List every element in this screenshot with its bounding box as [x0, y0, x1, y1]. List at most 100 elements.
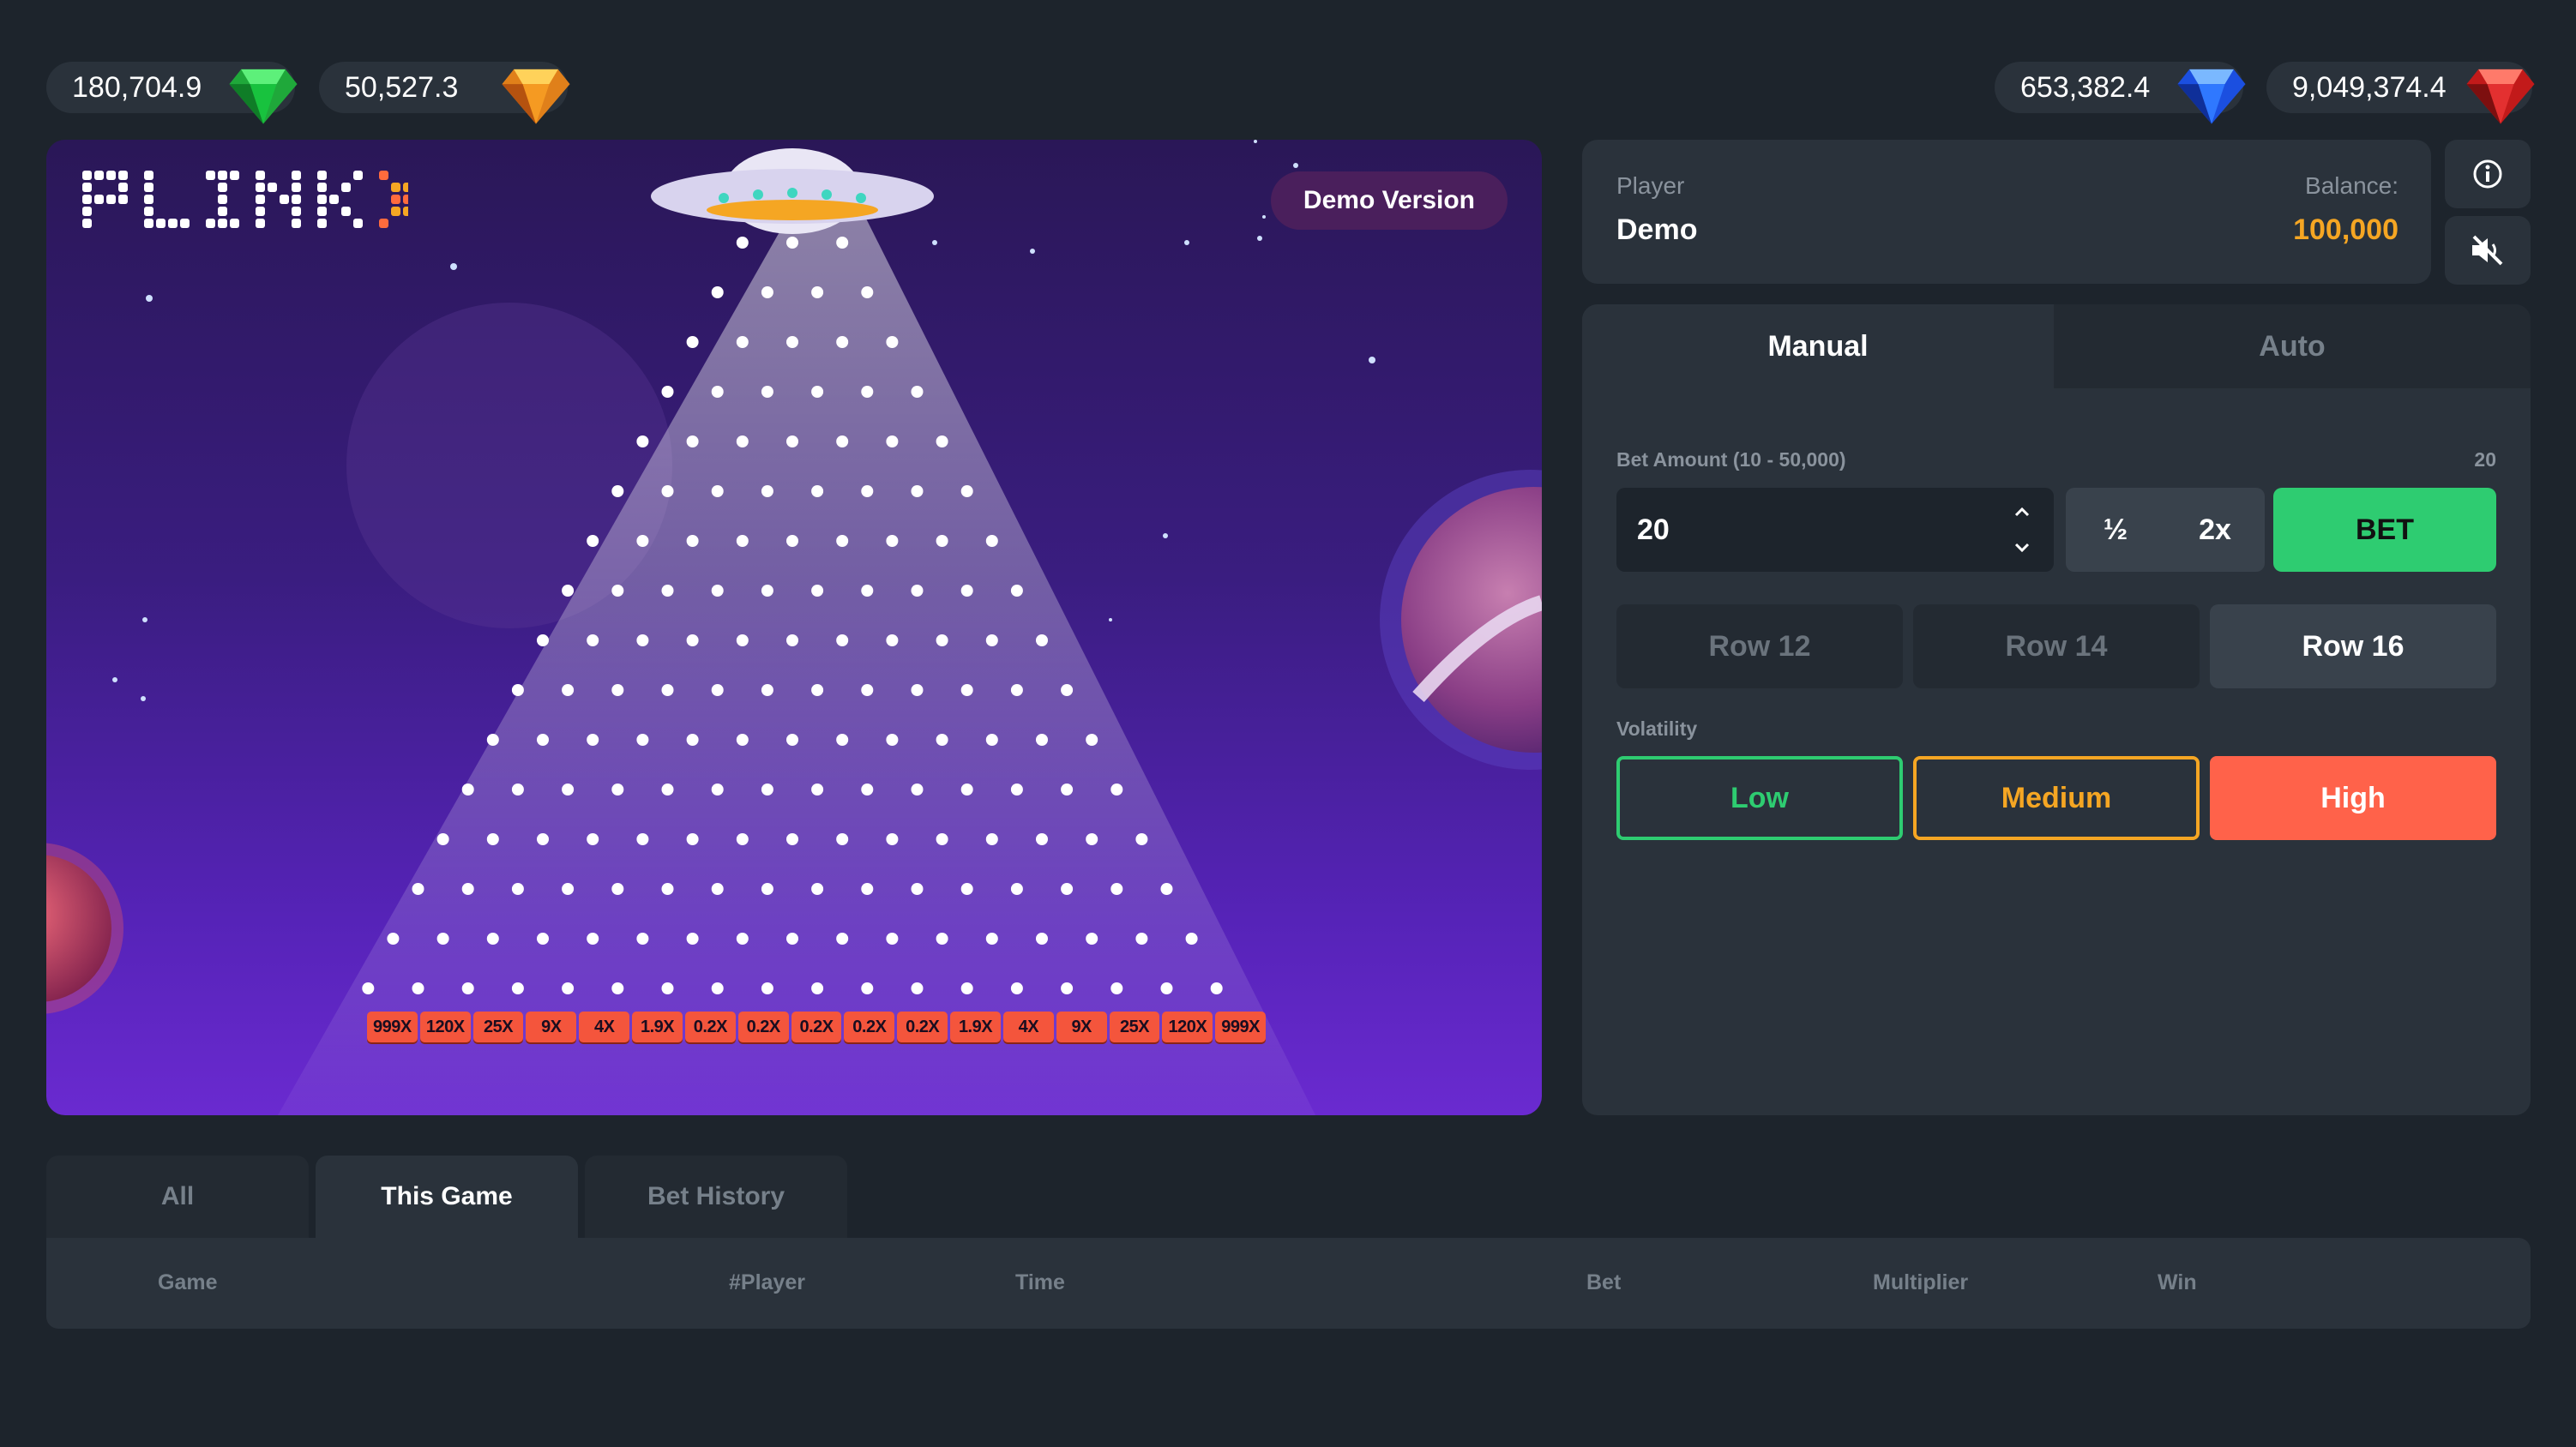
peg — [686, 734, 699, 746]
bet-amount-value: 20 — [1637, 513, 1670, 546]
chevron-up-icon[interactable] — [2014, 507, 2030, 517]
jackpot-value: 9,049,374.4 — [2292, 70, 2447, 104]
peg — [562, 585, 575, 597]
peg — [711, 883, 724, 895]
peg — [1210, 982, 1223, 994]
column-win: Win — [2158, 1270, 2197, 1294]
peg — [761, 784, 773, 796]
volatility-high-button[interactable]: High — [2210, 756, 2496, 840]
peg — [960, 883, 973, 895]
tab-this-game[interactable]: This Game — [316, 1156, 578, 1238]
peg — [736, 634, 749, 646]
peg — [811, 585, 824, 597]
peg — [736, 535, 749, 547]
info-icon — [2473, 159, 2502, 189]
multiplier-bucket: 25X — [472, 1012, 524, 1042]
peg — [911, 585, 924, 597]
multiplier-bucket: 9X — [526, 1012, 577, 1042]
peg — [636, 734, 649, 746]
peg — [936, 833, 948, 845]
volatility-medium-button[interactable]: Medium — [1913, 756, 2200, 840]
peg — [611, 485, 624, 497]
peg — [861, 585, 874, 597]
game-logo — [82, 167, 424, 240]
column-game: Game — [158, 1270, 218, 1294]
jackpot-value: 653,382.4 — [2020, 70, 2151, 104]
volatility-low-button[interactable]: Low — [1616, 756, 1903, 840]
peg — [537, 833, 549, 845]
jackpot-green: 180,704.9 — [46, 62, 298, 124]
row-14-button[interactable]: Row 14 — [1913, 604, 2200, 688]
jackpot-red: 9,049,374.4 — [2266, 62, 2535, 124]
peg — [761, 982, 773, 994]
peg — [661, 485, 674, 497]
peg — [836, 237, 849, 249]
double-bet-button[interactable]: 2x — [2165, 488, 2265, 572]
multiplier-bucket: 999X — [367, 1012, 418, 1042]
multiplier-bucket: 120X — [419, 1012, 471, 1042]
peg — [960, 784, 973, 796]
peg — [1010, 784, 1023, 796]
peg — [587, 734, 599, 746]
plinko-board[interactable]: Demo Version 999X 120X 25X 9X 4X 1.9X 0.2X 0.2X… — [46, 140, 1542, 1115]
peg — [661, 883, 674, 895]
bet-stepper[interactable] — [2009, 500, 2035, 560]
peg — [636, 833, 649, 845]
peg — [711, 784, 724, 796]
column-player: #Player — [729, 1270, 805, 1294]
peg — [611, 784, 624, 796]
tab-auto[interactable]: Auto — [2054, 304, 2531, 388]
peg — [611, 585, 624, 597]
mute-button[interactable] — [2445, 216, 2531, 285]
peg — [562, 684, 575, 696]
peg — [511, 883, 524, 895]
blue-gem-icon — [2177, 69, 2246, 124]
peg — [761, 684, 773, 696]
peg — [786, 734, 798, 746]
volatility-label: Volatility — [1616, 717, 1698, 740]
peg — [811, 883, 824, 895]
peg — [786, 634, 798, 646]
peg — [736, 734, 749, 746]
bet-amount-input[interactable]: 20 — [1616, 488, 2054, 572]
peg — [1086, 734, 1098, 746]
tab-manual[interactable]: Manual — [1582, 304, 2054, 388]
peg — [911, 784, 924, 796]
peg — [861, 485, 874, 497]
chevron-down-icon[interactable] — [2014, 543, 2030, 553]
half-bet-button[interactable]: ½ — [2066, 488, 2165, 572]
peg — [886, 833, 899, 845]
history-table-header: Game #Player Time Bet Multiplier Win — [46, 1238, 2531, 1329]
info-button[interactable] — [2445, 140, 2531, 208]
multiplier-bucket: 999X — [1215, 1012, 1267, 1042]
bet-button[interactable]: BET — [2273, 488, 2496, 572]
row-12-button[interactable]: Row 12 — [1616, 604, 1903, 688]
peg — [1010, 883, 1023, 895]
peg — [711, 286, 724, 298]
peg — [761, 883, 773, 895]
peg — [736, 237, 749, 249]
peg — [387, 933, 400, 945]
space-background — [46, 140, 1542, 1115]
peg — [960, 585, 973, 597]
peg — [861, 883, 874, 895]
peg — [711, 684, 724, 696]
peg — [1061, 784, 1074, 796]
balance-value: 100,000 — [2293, 213, 2398, 246]
peg — [786, 435, 798, 447]
peg — [1185, 933, 1198, 945]
peg — [985, 535, 998, 547]
tab-all[interactable]: All — [46, 1156, 309, 1238]
peg — [1135, 933, 1148, 945]
peg — [960, 684, 973, 696]
tab-bet-history[interactable]: Bet History — [585, 1156, 847, 1238]
row-16-button[interactable]: Row 16 — [2210, 604, 2496, 688]
peg — [936, 535, 948, 547]
peg — [1086, 933, 1098, 945]
red-gem-icon — [2466, 69, 2535, 124]
orange-gem-icon — [502, 69, 570, 124]
peg — [836, 634, 849, 646]
peg — [636, 933, 649, 945]
peg — [511, 784, 524, 796]
multiplier-bucket: 0.2X — [737, 1012, 789, 1042]
